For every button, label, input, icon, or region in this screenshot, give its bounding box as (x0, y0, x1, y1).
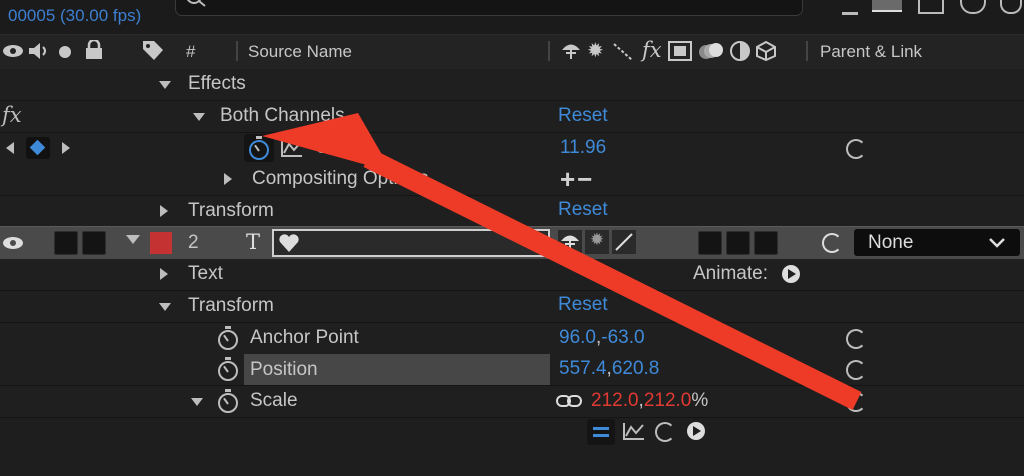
annotation-arrow (262, 113, 862, 410)
